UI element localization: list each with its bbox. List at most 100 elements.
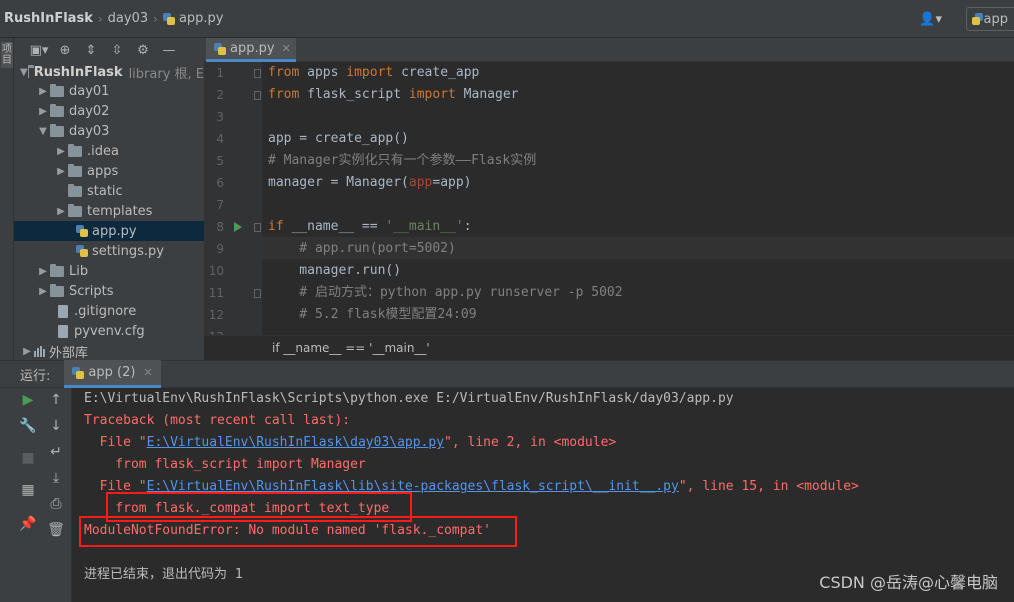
- stop-icon[interactable]: ■: [14, 450, 42, 466]
- fold-marker-icon[interactable]: [254, 91, 261, 100]
- folder-icon: [27, 64, 34, 78]
- library-icon: [34, 345, 45, 357]
- line-number: 11: [208, 286, 224, 300]
- tree-item-templates[interactable]: ▶ templates: [14, 201, 204, 221]
- soft-wrap-icon[interactable]: ↵: [42, 444, 70, 460]
- tree-item-external-libraries[interactable]: ▶ 外部库: [14, 341, 204, 360]
- breadcrumb-project[interactable]: RushInFlask: [0, 11, 93, 26]
- highlight-box-error: [79, 516, 517, 547]
- project-tool-window-button[interactable]: 项目: [1, 42, 13, 68]
- run-toolbar-primary: ▶ 🔧 ■ ▦ 📌: [14, 388, 42, 602]
- tree-item-label: templates: [87, 203, 153, 219]
- folder-icon: [50, 123, 64, 137]
- console-file-line-1: File "E:\VirtualEnv\RushInFlask\day03\ap…: [84, 435, 617, 450]
- navigation-bar: RushInFlask › day03 › app.py 👤▾ app: [0, 0, 1014, 38]
- folder-icon: [50, 83, 64, 97]
- traceback-file-link-1[interactable]: E:\VirtualEnv\RushInFlask\day03\app.py: [147, 435, 444, 450]
- arrow-down-icon[interactable]: ↓: [42, 418, 70, 434]
- hide-icon[interactable]: —: [156, 43, 182, 58]
- tab-label: app.py: [230, 41, 275, 56]
- tree-item-static[interactable]: static: [14, 181, 204, 201]
- tree-item-label: day03: [69, 123, 110, 139]
- tree-item-pyvenv-cfg[interactable]: pyvenv.cfg: [14, 321, 204, 341]
- project-toolbar: ▣▾ ⊕ ⇕ ⇳ ⚙ —: [14, 38, 204, 62]
- run-panel-label: 运行:: [20, 368, 51, 384]
- console-traceback-header: Traceback (most recent call last):: [84, 413, 351, 428]
- fold-marker-icon[interactable]: [254, 223, 261, 232]
- scroll-to-end-icon[interactable]: ⤓: [42, 470, 70, 486]
- tool-window-strip: 项目: [0, 38, 14, 360]
- chevron-down-icon[interactable]: ▼: [20, 67, 28, 78]
- tree-item-label: pyvenv.cfg: [74, 323, 145, 339]
- folder-icon: [50, 103, 64, 117]
- tree-item-day02[interactable]: ▶ day02: [14, 101, 204, 121]
- chevron-right-icon[interactable]: ▶: [36, 266, 50, 277]
- project-view-icon[interactable]: ▣▾: [26, 43, 52, 58]
- tree-item-root[interactable]: ▼ RushInFlask library 根, E: [14, 62, 204, 82]
- trash-icon[interactable]: 🗑: [42, 522, 70, 538]
- line-number: 10: [208, 264, 224, 278]
- run-config-label: app: [983, 11, 1008, 27]
- folder-icon: [68, 203, 82, 217]
- code-line-6: manager = Manager(app=app): [268, 175, 472, 190]
- run-gutter-icon[interactable]: [234, 222, 242, 232]
- close-icon[interactable]: ✕: [282, 42, 291, 55]
- tab-run-app[interactable]: app (2) ✕: [64, 360, 161, 388]
- package-folder-icon: [68, 163, 82, 177]
- fold-marker-icon[interactable]: [254, 69, 261, 78]
- tree-item-idea[interactable]: ▶ .idea: [14, 141, 204, 161]
- collapse-all-icon[interactable]: ⇳: [104, 43, 130, 58]
- tree-item-lib[interactable]: ▶ Lib: [14, 261, 204, 281]
- wrench-icon[interactable]: 🔧: [14, 418, 42, 434]
- run-tab-label: app (2): [88, 365, 136, 380]
- python-file-icon: [76, 225, 88, 237]
- chevron-right-icon[interactable]: ▶: [54, 146, 68, 157]
- code-structure-breadcrumb[interactable]: if __name__ == '__main__': [204, 335, 1014, 360]
- arrow-up-icon[interactable]: ↑: [42, 392, 70, 408]
- tree-item-label: 外部库: [49, 345, 89, 361]
- tree-root-label: RushInFlask: [33, 64, 123, 80]
- breadcrumb-folder[interactable]: day03: [108, 11, 148, 26]
- file-icon: [58, 304, 68, 318]
- code-line-5: # Manager实例化只有一个参数——Flask实例: [268, 153, 537, 168]
- breadcrumb: RushInFlask › day03 › app.py: [0, 0, 224, 37]
- chevron-down-icon[interactable]: ▼: [36, 126, 50, 137]
- chevron-right-icon[interactable]: ▶: [36, 286, 50, 297]
- tree-item-gitignore[interactable]: .gitignore: [14, 301, 204, 321]
- watermark: CSDN @岳涛@心馨电脑: [819, 573, 998, 592]
- line-number: 5: [216, 154, 224, 168]
- tree-item-day01[interactable]: ▶ day01: [14, 81, 204, 101]
- locate-icon[interactable]: ⊕: [52, 43, 78, 58]
- tree-item-scripts[interactable]: ▶ Scripts: [14, 281, 204, 301]
- print-icon[interactable]: ⎙: [42, 496, 70, 512]
- close-icon[interactable]: ✕: [143, 366, 152, 379]
- tree-item-label: .idea: [87, 143, 119, 159]
- run-panel-header: 运行: app (2) ✕: [0, 360, 1014, 388]
- tree-item-label: apps: [87, 163, 119, 179]
- code-editor[interactable]: from apps import create_app from flask_s…: [262, 62, 1014, 335]
- tree-item-label: day02: [69, 103, 110, 119]
- chevron-right-icon[interactable]: ▶: [20, 346, 34, 357]
- chevron-right-icon[interactable]: ▶: [36, 86, 50, 97]
- python-file-icon: [971, 13, 983, 25]
- expand-all-icon[interactable]: ⇕: [78, 43, 104, 58]
- file-icon: [58, 324, 68, 338]
- person-dropdown-icon[interactable]: 👤▾: [919, 12, 942, 27]
- tab-app-py[interactable]: app.py ✕: [206, 38, 296, 62]
- chevron-right-icon[interactable]: ▶: [54, 206, 68, 217]
- fold-marker-icon[interactable]: [254, 289, 261, 298]
- tree-item-day03[interactable]: ▼ day03: [14, 121, 204, 141]
- breadcrumb-file[interactable]: app.py: [179, 11, 224, 26]
- chevron-right-icon[interactable]: ▶: [36, 106, 50, 117]
- code-line-8: if __name__ == '__main__':: [268, 219, 472, 234]
- tree-item-apps[interactable]: ▶ apps: [14, 161, 204, 181]
- run-configuration-selector[interactable]: app: [966, 7, 1014, 31]
- chevron-right-icon[interactable]: ▶: [54, 166, 68, 177]
- rerun-icon[interactable]: ▶: [14, 392, 42, 408]
- gear-icon[interactable]: ⚙: [130, 43, 156, 58]
- tree-item-app-py[interactable]: app.py: [14, 221, 204, 241]
- tree-item-label: Scripts: [69, 283, 114, 299]
- pin-icon[interactable]: 📌: [14, 516, 42, 532]
- tree-item-settings-py[interactable]: settings.py: [14, 241, 204, 261]
- layout-icon[interactable]: ▦: [14, 482, 42, 498]
